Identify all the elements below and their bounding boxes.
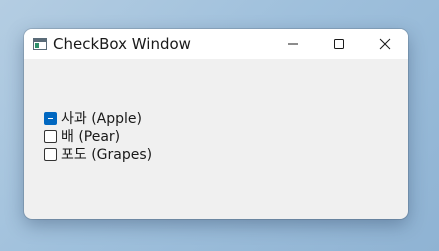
close-icon bbox=[379, 38, 391, 50]
checkbox-unchecked-icon[interactable] bbox=[44, 129, 57, 143]
maximize-button[interactable] bbox=[316, 29, 362, 59]
minimize-icon bbox=[288, 43, 298, 45]
checkbox-group: 사과 (Apple) 배 (Pear) 포도 (Grapes) bbox=[44, 109, 152, 163]
checkbox-indeterminate-icon[interactable] bbox=[44, 111, 57, 125]
window-title: CheckBox Window bbox=[53, 35, 191, 53]
checkbox-apple[interactable]: 사과 (Apple) bbox=[44, 109, 152, 127]
window-app-icon bbox=[33, 38, 47, 50]
title-bar[interactable]: CheckBox Window bbox=[24, 29, 408, 59]
checkbox-label[interactable]: 사과 (Apple) bbox=[61, 108, 142, 128]
checkbox-label[interactable]: 배 (Pear) bbox=[61, 126, 120, 146]
checkbox-unchecked-icon[interactable] bbox=[44, 147, 57, 161]
checkbox-grapes[interactable]: 포도 (Grapes) bbox=[44, 145, 152, 163]
minimize-button[interactable] bbox=[270, 29, 316, 59]
checkbox-pear[interactable]: 배 (Pear) bbox=[44, 127, 152, 145]
close-button[interactable] bbox=[362, 29, 408, 59]
checkbox-window: CheckBox Window 사과 (Apple) 배 (Pear) 포도 (… bbox=[24, 29, 408, 219]
checkbox-label[interactable]: 포도 (Grapes) bbox=[61, 144, 152, 164]
maximize-icon bbox=[334, 39, 344, 49]
